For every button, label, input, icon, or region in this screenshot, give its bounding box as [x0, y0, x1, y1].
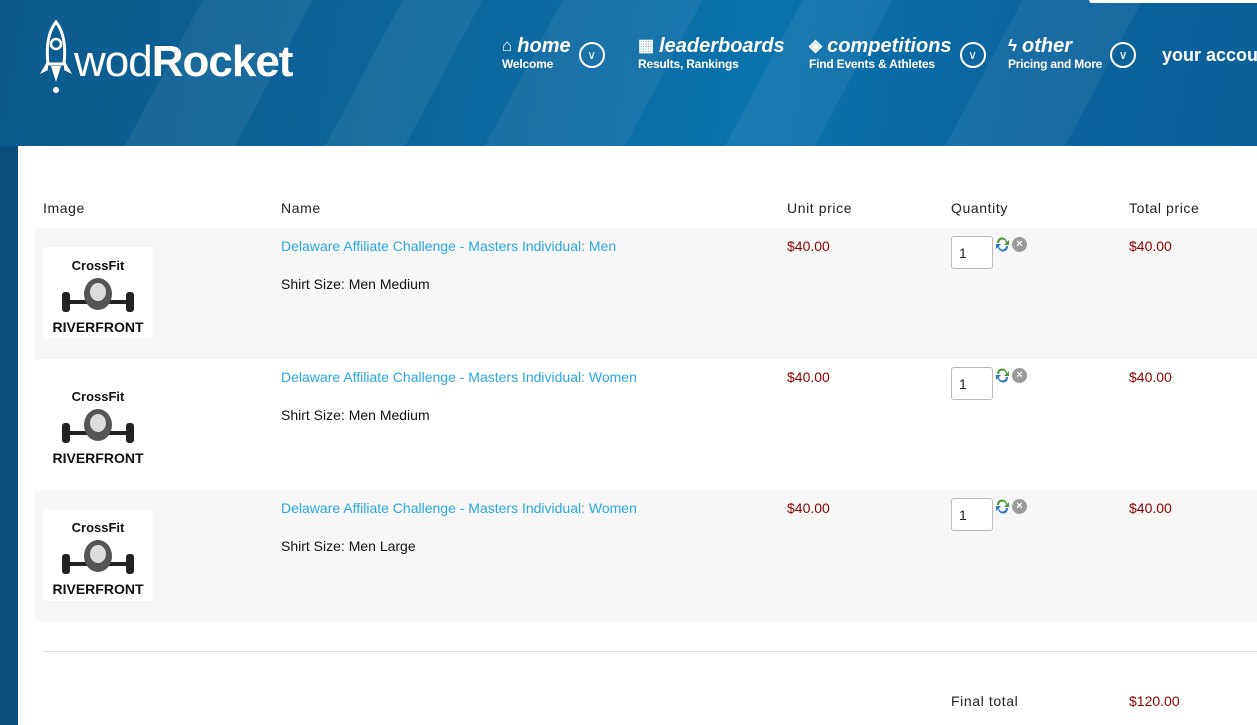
col-header-total-price: Total price — [1129, 200, 1200, 216]
product-link[interactable]: Delaware Affiliate Challenge - Masters I… — [281, 238, 616, 254]
svg-text:CrossFit: CrossFit — [72, 258, 125, 273]
top-search-strip — [1089, 0, 1257, 3]
site-logo[interactable]: wodRocket — [34, 18, 293, 98]
total-price: $40.00 — [1129, 500, 1172, 516]
tag-icon: ◈ — [809, 36, 823, 55]
table-row: CrossFit RIVERFRONT Delaware Affiliate C… — [35, 228, 1257, 359]
nav-home[interactable]: ⌂ home Welcome ∨ — [502, 34, 605, 71]
chevron-down-icon[interactable]: ∨ — [1110, 42, 1137, 68]
grid-icon: ▦ — [638, 36, 655, 55]
quantity-input[interactable]: 1 — [951, 236, 993, 269]
svg-text:RIVERFRONT: RIVERFRONT — [53, 581, 144, 597]
nav-other[interactable]: ϟ other Pricing and More ∨ — [1008, 34, 1137, 71]
col-header-image: Image — [43, 200, 85, 216]
svg-text:CrossFit: CrossFit — [72, 520, 125, 535]
crossfit-riverfront-logo: CrossFit RIVERFRONT — [53, 389, 144, 466]
product-link[interactable]: Delaware Affiliate Challenge - Masters I… — [281, 369, 637, 385]
col-header-quantity: Quantity — [951, 200, 1008, 216]
refresh-icon[interactable] — [995, 237, 1010, 252]
col-header-name: Name — [281, 200, 321, 216]
crossfit-riverfront-logo: CrossFit RIVERFRONT — [53, 258, 144, 335]
quantity-input[interactable]: 1 — [951, 367, 993, 400]
bolt-icon: ϟ — [1008, 36, 1017, 55]
refresh-icon[interactable] — [995, 499, 1010, 514]
final-total-label: Final total — [951, 693, 1019, 709]
product-link[interactable]: Delaware Affiliate Challenge - Masters I… — [281, 500, 637, 516]
nav-competitions[interactable]: ◈ competitions Find Events & Athletes ∨ — [809, 34, 986, 71]
home-icon: ⌂ — [502, 36, 513, 55]
cart-panel: Image Name Unit price Quantity Total pri… — [18, 146, 1257, 725]
chevron-down-icon[interactable]: ∨ — [578, 42, 605, 68]
product-attribute: Shirt Size: Men Medium — [281, 407, 430, 423]
svg-text:CrossFit: CrossFit — [72, 389, 125, 404]
unit-price: $40.00 — [787, 238, 830, 254]
svg-text:RIVERFRONT: RIVERFRONT — [53, 450, 144, 466]
table-row: CrossFit RIVERFRONT Delaware Affiliate C… — [35, 359, 1257, 490]
product-thumbnail: CrossFit RIVERFRONT — [43, 247, 153, 339]
col-header-unit-price: Unit price — [787, 200, 853, 216]
brand-name: wodRocket — [74, 37, 293, 86]
total-price: $40.00 — [1129, 238, 1172, 254]
unit-price: $40.00 — [787, 369, 830, 385]
unit-price: $40.00 — [787, 500, 830, 516]
product-thumbnail: CrossFit RIVERFRONT — [43, 378, 153, 470]
remove-icon[interactable]: × — [1012, 237, 1027, 252]
rocket-icon — [40, 20, 72, 93]
remove-icon[interactable]: × — [1012, 368, 1027, 383]
total-price: $40.00 — [1129, 369, 1172, 385]
quantity-input[interactable]: 1 — [951, 498, 993, 531]
final-total-value: $120.00 — [1129, 693, 1180, 709]
refresh-icon[interactable] — [995, 368, 1010, 383]
table-row: CrossFit RIVERFRONT Delaware Affiliate C… — [35, 490, 1257, 621]
svg-text:RIVERFRONT: RIVERFRONT — [53, 319, 144, 335]
nav-leaderboards[interactable]: ▦ leaderboards Results, Rankings — [638, 34, 785, 71]
remove-icon[interactable]: × — [1012, 499, 1027, 514]
nav-account[interactable]: your accou — [1162, 45, 1257, 66]
crossfit-riverfront-logo: CrossFit RIVERFRONT — [53, 520, 144, 597]
site-header: wodRocket ⌂ home Welcome ∨ ▦ leaderboards … — [0, 0, 1257, 146]
divider — [43, 651, 1257, 652]
chevron-down-icon[interactable]: ∨ — [959, 42, 986, 68]
product-attribute: Shirt Size: Men Large — [281, 538, 416, 554]
product-thumbnail: CrossFit RIVERFRONT — [43, 509, 153, 601]
product-attribute: Shirt Size: Men Medium — [281, 276, 430, 292]
